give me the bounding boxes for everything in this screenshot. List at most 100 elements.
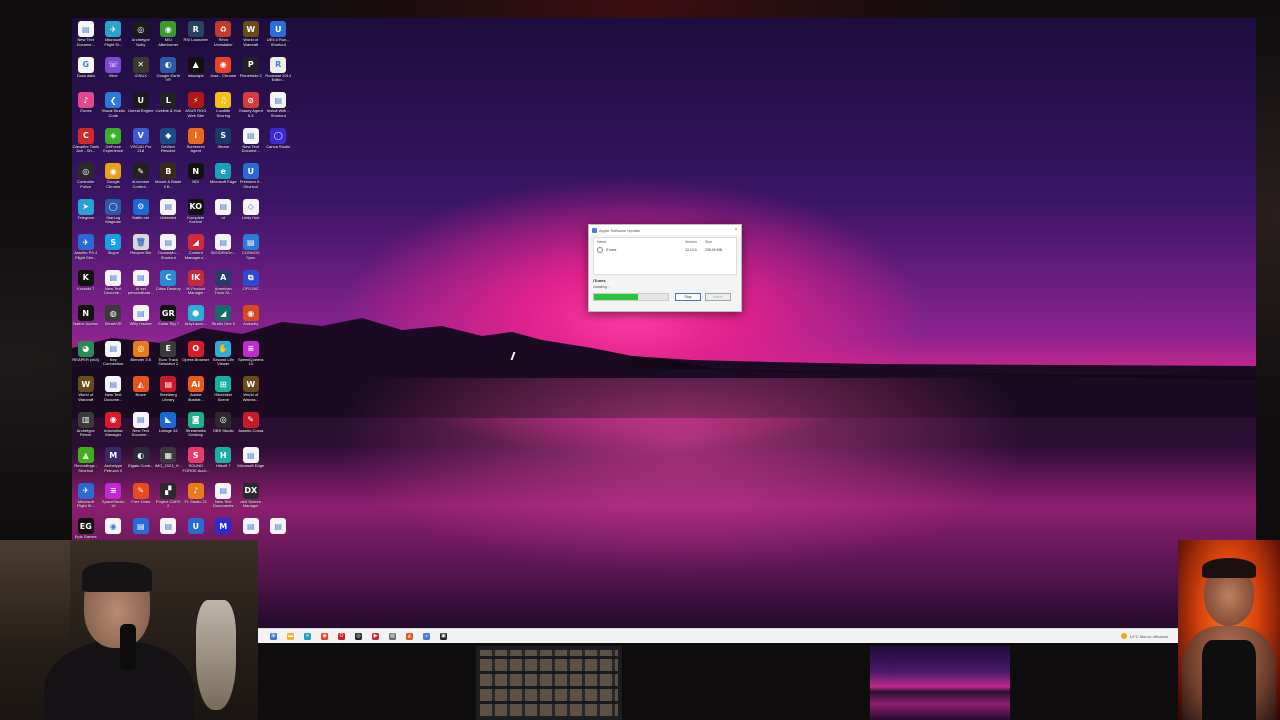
desktop-icon[interactable]: S Skype: [100, 231, 128, 267]
desktop-icon[interactable]: ⚡ ASUS ROG Web Site: [182, 89, 210, 125]
desktop-icon[interactable]: ▤ COSMOS Sync: [237, 231, 265, 267]
desktop-icon[interactable]: A American Truck Si...: [210, 267, 238, 303]
desktop-icon[interactable]: ❮ Visual Studio Code: [100, 89, 128, 125]
desktop-icon[interactable]: ◎ OBS Studio: [210, 409, 238, 445]
update-list-row[interactable]: iTunes 12.13.0 236.09 MB: [594, 246, 736, 254]
desktop-icon[interactable]: N Native Access: [72, 302, 100, 338]
desktop-icon[interactable]: ▤ Willy Hacker: [127, 302, 155, 338]
desktop-icon[interactable]: ◍ SteamVR: [100, 302, 128, 338]
desktop-icon[interactable]: R Rockstar 2014 Editio...: [265, 54, 293, 90]
desktop-icon[interactable]: H Hitsoft 7: [210, 444, 238, 480]
desktop-icon[interactable]: ◎ Archetype Nolly: [127, 18, 155, 54]
close-button[interactable]: ×: [731, 227, 741, 233]
desktop-icon[interactable]: ▤ rd: [210, 196, 238, 232]
desktop-icon[interactable]: KO Komplete Kontrol: [182, 196, 210, 232]
desktop-icon[interactable]: U Unreal Engine: [127, 89, 155, 125]
desktop-icon[interactable]: ≡ SpaceStudio 16: [100, 480, 128, 516]
desktop-icon[interactable]: ⚙ Battle.net: [127, 196, 155, 232]
desktop-icon[interactable]: W World of Warcraft: [237, 18, 265, 54]
desktop-icon[interactable]: ◯ Canva Studio: [265, 125, 293, 161]
desktop-icon[interactable]: ✈ Microsoft Flight Si...: [72, 480, 100, 516]
desktop-icon[interactable]: ▤ New Text Documents: [210, 480, 238, 516]
desktop-icon[interactable]: ◉ Arturiaflow Manager: [100, 409, 128, 445]
desktop-icon[interactable]: ◙ Streamlabs Desktop: [182, 409, 210, 445]
desktop-icon[interactable]: ✎ Assetto Corsa: [237, 409, 265, 445]
desktop-icon[interactable]: ✎ Free Draw: [127, 480, 155, 516]
desktop-icon[interactable]: ▤ OculusMo... Shortcut: [155, 231, 183, 267]
desktop-icon[interactable]: ▤ Steelberg Library: [155, 373, 183, 409]
desktop-icon[interactable]: ▤ Install Well... Shortcut: [265, 89, 293, 125]
desktop-icon[interactable]: ◭ Brave: [127, 373, 155, 409]
desktop-icon[interactable]: e Microsoft Edge: [210, 160, 238, 196]
update-list[interactable]: Name Version Size iTunes 12.13.0 236.09 …: [593, 237, 737, 275]
desktop-icon[interactable]: ▤ Key Connection: [100, 338, 128, 374]
desktop-icon[interactable]: ◣ Lutiage 34: [155, 409, 183, 445]
desktop-icon[interactable]: R RSI Launcher: [182, 18, 210, 54]
desktop-icon[interactable]: ▤ New Text Docume...: [100, 373, 128, 409]
desktop-icon[interactable]: ▤ AI set personalizati...: [127, 267, 155, 303]
desktop-icon[interactable]: ◉ Audacity: [237, 302, 265, 338]
desktop-icon[interactable]: ≡ SpeedQueens 10: [237, 338, 265, 374]
taskbar-apple-update-icon[interactable]: ◒: [423, 632, 430, 640]
desktop-icon[interactable]: GR Guitar Rig 7: [155, 302, 183, 338]
desktop-icon[interactable]: C Campfire Tools Ace - Sh...: [72, 125, 100, 161]
desktop-icon[interactable]: ♪ iTunes: [72, 89, 100, 125]
install-button[interactable]: Install: [705, 293, 731, 301]
desktop-icon[interactable]: ♪ FL Studio 21: [182, 480, 210, 516]
desktop-icon[interactable]: IK IK Product Manager: [182, 267, 210, 303]
dialog-titlebar[interactable]: Apple Software Update ×: [589, 225, 741, 235]
desktop-icon[interactable]: ✈ Microsoft Flight Si...: [100, 18, 128, 54]
desktop-icon[interactable]: N NDI: [182, 160, 210, 196]
desktop-icon[interactable]: G Docs data: [72, 54, 100, 90]
taskbar-obs-icon[interactable]: ◎: [355, 632, 362, 640]
desktop-icon[interactable]: ⬢ ArkyLauch...: [182, 302, 210, 338]
desktop-icon[interactable]: ▞ Project CARS 2: [155, 480, 183, 516]
desktop-icon[interactable]: ▤ New Text Docume...: [100, 267, 128, 303]
column-version[interactable]: Version: [685, 240, 705, 244]
desktop-icon[interactable]: S SOUND FORGE Audi...: [182, 444, 210, 480]
taskbar[interactable]: ⊞ ▬ e ◉ O ◎ ▶ ▤ ◭ ◒ ▣ 14°C Мостъ облачно: [256, 628, 1180, 643]
desktop-icon[interactable]: ▤: [265, 515, 293, 551]
desktop-icon[interactable]: B Mount & Blade II B...: [155, 160, 183, 196]
desktop-icon[interactable]: ▲ Recordings - Shortcut: [72, 444, 100, 480]
desktop-icon[interactable]: K Kontakt 7: [72, 267, 100, 303]
desktop-icon[interactable]: ▤ Untested: [155, 196, 183, 232]
window-preview-desktop[interactable]: [870, 646, 1010, 720]
taskbar-explorer-icon[interactable]: ▤: [389, 632, 396, 640]
taskbar-opera-icon[interactable]: O: [338, 632, 345, 640]
column-name[interactable]: Name: [597, 240, 685, 244]
taskbar-brave-icon[interactable]: ◭: [406, 632, 413, 640]
desktop-icon[interactable]: ◇ Unity Hub: [237, 196, 265, 232]
desktop-icon[interactable]: W World of Warcraft: [72, 373, 100, 409]
desktop-icon[interactable]: ▤ Microsoft Edge: [237, 444, 265, 480]
column-size[interactable]: Size: [705, 240, 725, 244]
desktop[interactable]: ▤ New Text Docume... ✈ Microsoft Flight Si.…: [72, 18, 1256, 628]
desktop-icon[interactable]: ◢ Content Manager.e...: [182, 231, 210, 267]
desktop-icon[interactable]: ▤ SIGIDENOn...: [210, 231, 238, 267]
desktop-icon[interactable]: ▤ New Text Docume...: [72, 18, 100, 54]
stop-button[interactable]: Stop: [675, 293, 701, 301]
desktop-icon[interactable]: U UE5.0 Run... Shortcut: [265, 18, 293, 54]
desktop-icon[interactable]: ◆ DaVinci Resolve: [155, 125, 183, 161]
desktop-icon[interactable]: ✕ ICNUX: [127, 54, 155, 90]
system-tray[interactable]: 14°C Мостъ облачно: [1120, 633, 1168, 639]
desktop-icon[interactable]: M Archetype Petrucci X: [100, 444, 128, 480]
desktop-icon[interactable]: Ai Adobe Illustrat...: [182, 373, 210, 409]
desktop-icon[interactable]: C Cities Destroy: [155, 267, 183, 303]
desktop-icon[interactable]: W World of Warcra...: [237, 373, 265, 409]
desktop-icon[interactable]: ▤ New Text Docume...: [127, 409, 155, 445]
desktop-icon[interactable]: U Freedom 5 - Shortcut: [237, 160, 265, 196]
desktop-icon[interactable]: ▲ Inkscape: [182, 54, 210, 90]
taskbar-chrome-icon[interactable]: ◉: [321, 632, 328, 640]
desktop-icon[interactable]: ◐ Elgato Contr...: [127, 444, 155, 480]
desktop-icon[interactable]: 🗑 Recycle Bin: [127, 231, 155, 267]
desktop-icon[interactable]: ◯ StarLog Magician: [100, 196, 128, 232]
desktop-icon[interactable]: ⊞ Hitchhiker Scene: [210, 373, 238, 409]
desktop-icon[interactable]: ◉ Jose - Chrome: [210, 54, 238, 90]
desktop-icon[interactable]: ✈ Assetto PS 4 Flight Sim...: [72, 231, 100, 267]
desktop-icon[interactable]: S Steam: [210, 125, 238, 161]
desktop-icon[interactable]: L Livelink & Hub: [155, 89, 183, 125]
desktop-icon[interactable]: ♻ Revo Uninstaller: [210, 18, 238, 54]
desktop-icon[interactable]: ◕ REAPER (x64): [72, 338, 100, 374]
desktop-icon[interactable]: ◐ Google Earth VR: [155, 54, 183, 90]
